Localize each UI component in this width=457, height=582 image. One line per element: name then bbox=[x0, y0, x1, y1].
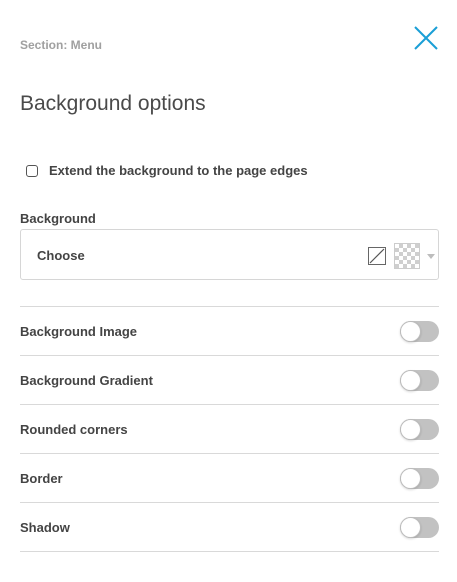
close-button[interactable] bbox=[412, 24, 440, 52]
section-label: Section: Menu bbox=[20, 38, 103, 52]
transparent-swatch-icon[interactable] bbox=[394, 243, 420, 269]
toggle-knob bbox=[400, 369, 421, 391]
extend-background-option[interactable]: Extend the background to the page edges bbox=[26, 163, 308, 178]
option-label: Shadow bbox=[20, 519, 70, 535]
option-row-border: Border bbox=[20, 454, 439, 503]
panel-title: Background options bbox=[20, 92, 206, 115]
close-icon bbox=[414, 26, 438, 50]
toggle-knob bbox=[400, 516, 421, 538]
option-row-shadow: Shadow bbox=[20, 503, 439, 552]
option-label: Background Gradient bbox=[20, 372, 153, 388]
rounded-corners-toggle[interactable] bbox=[400, 418, 439, 440]
background-select-value: Choose bbox=[37, 248, 85, 263]
options-list: Background Image Background Gradient Rou… bbox=[20, 306, 439, 552]
toggle-knob bbox=[400, 320, 421, 342]
option-label: Rounded corners bbox=[20, 421, 128, 437]
option-row-background-gradient: Background Gradient bbox=[20, 356, 439, 405]
option-row-background-image: Background Image bbox=[20, 307, 439, 356]
option-label: Border bbox=[20, 470, 63, 486]
extend-background-checkbox[interactable] bbox=[26, 164, 38, 177]
background-gradient-toggle[interactable] bbox=[400, 369, 439, 391]
toggle-knob bbox=[400, 418, 421, 440]
option-label: Background Image bbox=[20, 323, 138, 339]
background-image-toggle[interactable] bbox=[400, 320, 439, 342]
option-row-rounded-corners: Rounded corners bbox=[20, 405, 439, 454]
shadow-toggle[interactable] bbox=[400, 516, 439, 538]
toggle-knob bbox=[400, 467, 421, 489]
background-label: Background bbox=[20, 211, 96, 226]
extend-background-label: Extend the background to the page edges bbox=[49, 163, 308, 178]
chevron-down-icon[interactable] bbox=[427, 254, 435, 259]
background-select[interactable]: Choose bbox=[20, 229, 439, 280]
no-color-icon[interactable] bbox=[368, 247, 386, 265]
border-toggle[interactable] bbox=[400, 467, 439, 489]
